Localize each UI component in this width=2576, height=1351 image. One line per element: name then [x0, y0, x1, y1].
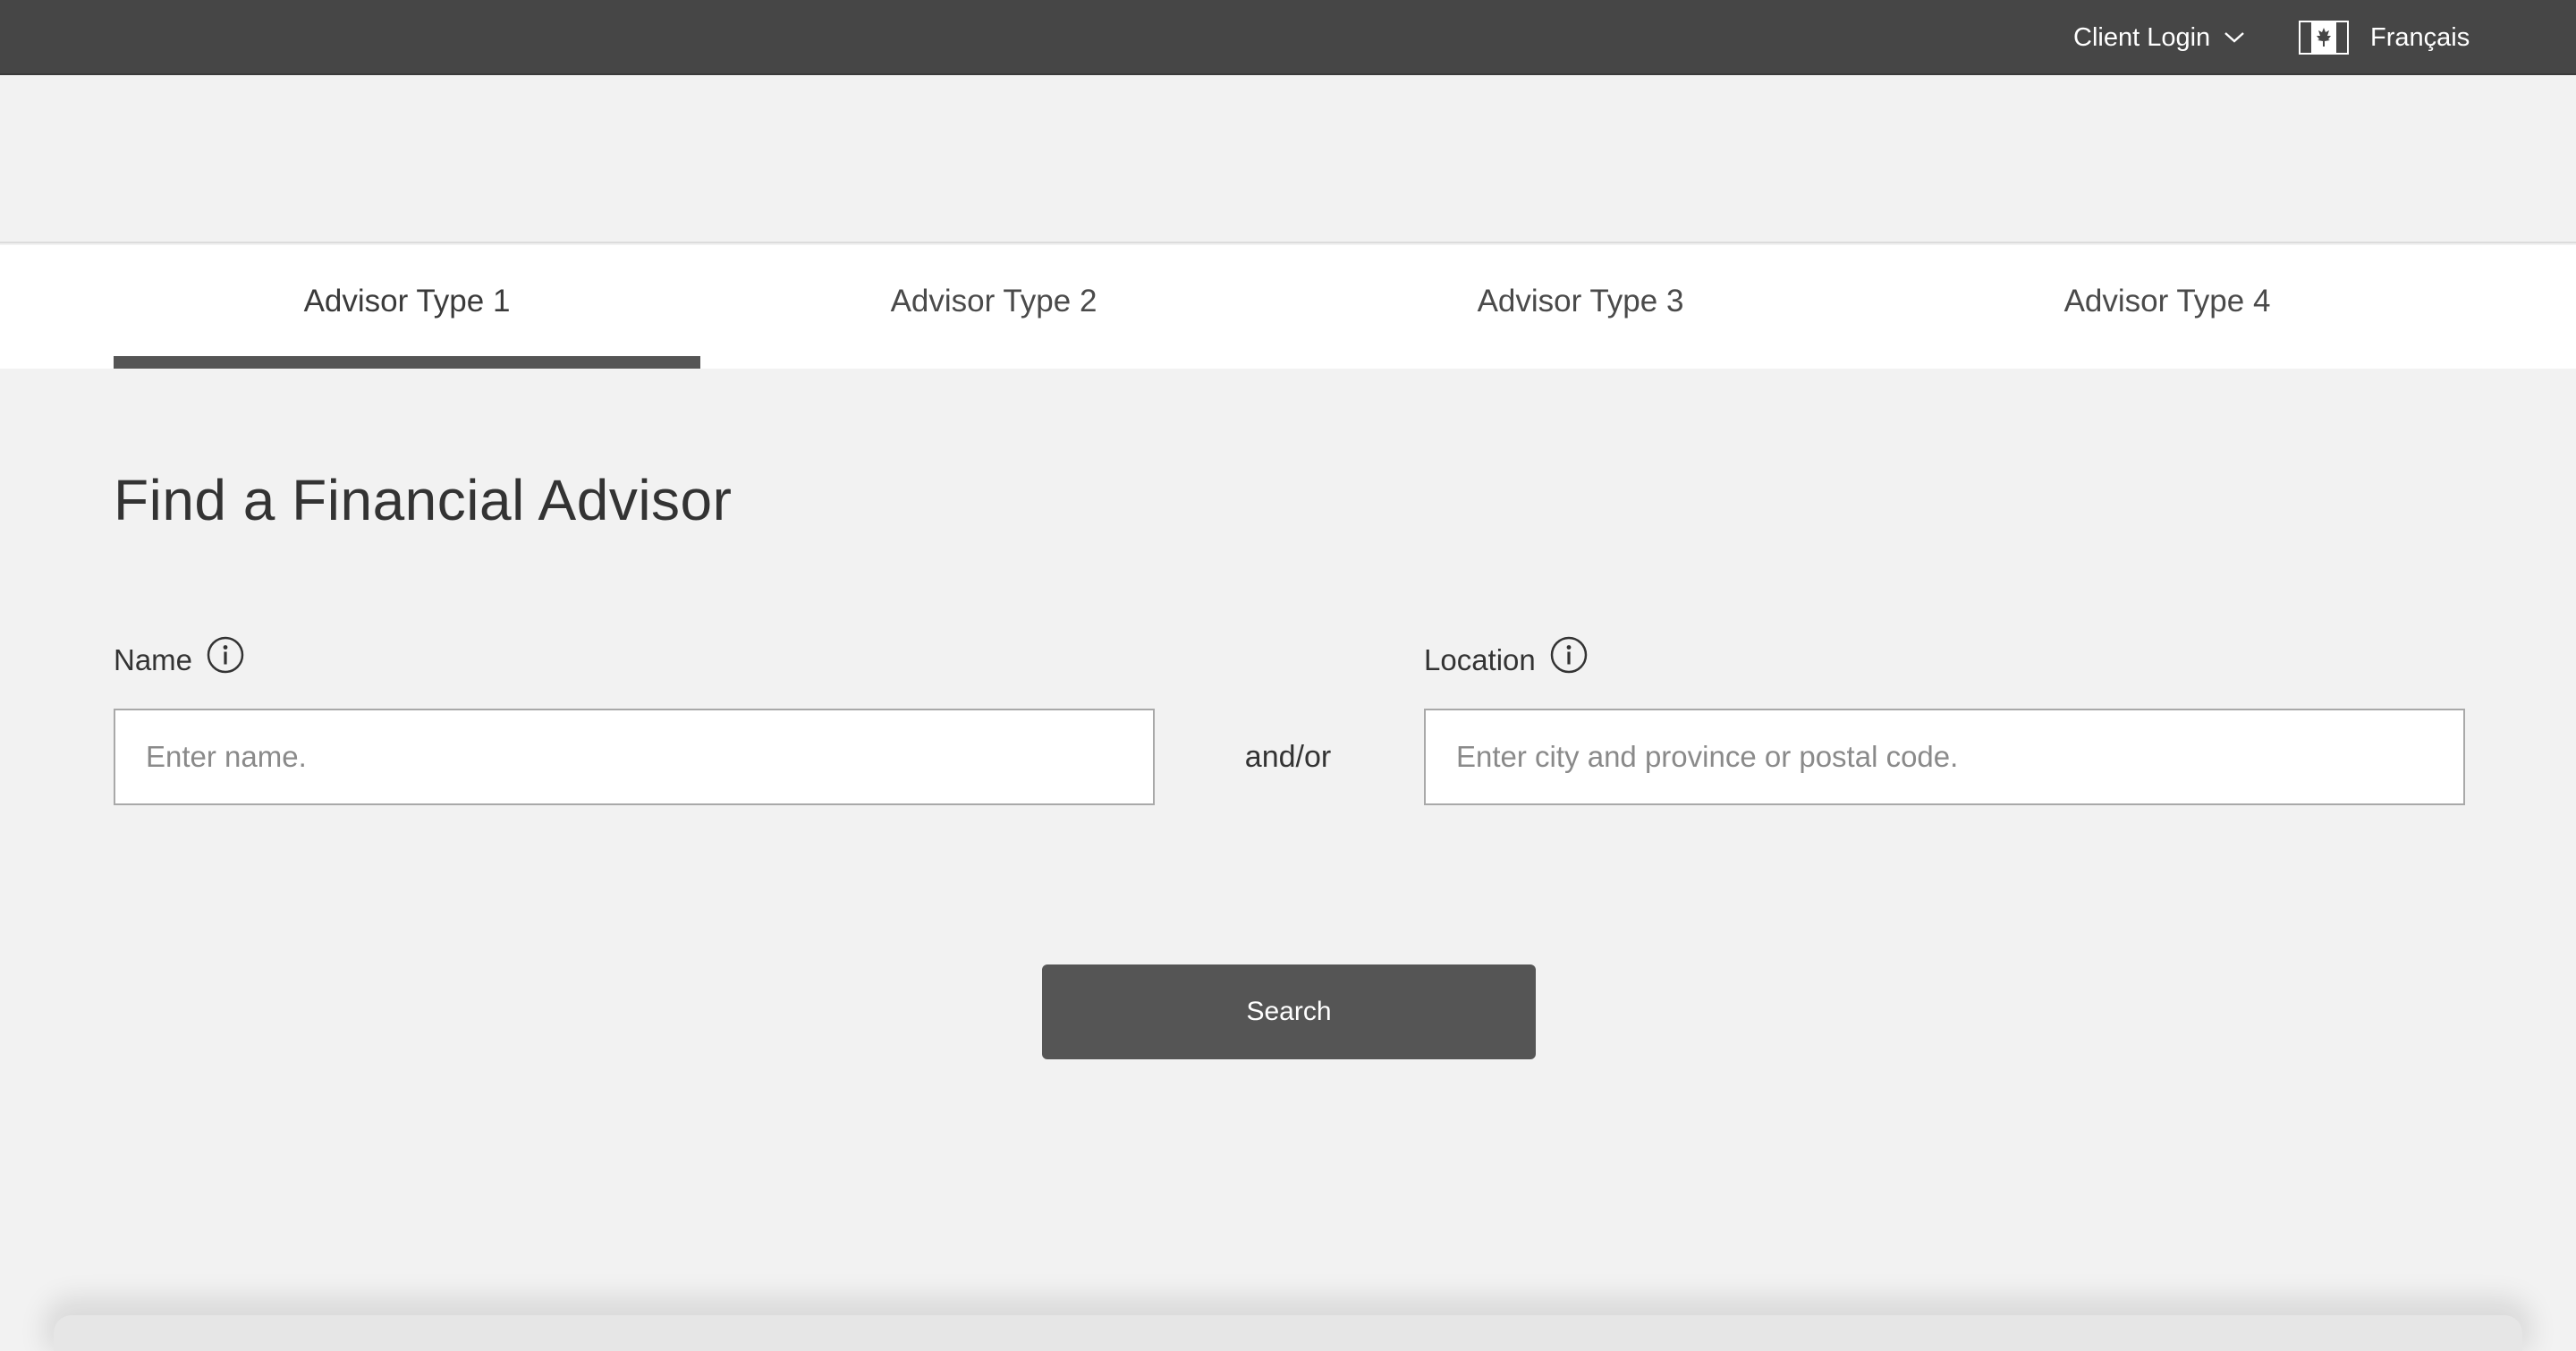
chevron-down-icon	[2224, 32, 2244, 43]
canada-flag-icon	[2299, 21, 2349, 55]
location-label: Location	[1424, 643, 1536, 676]
info-icon[interactable]	[1550, 636, 1588, 674]
name-field-label: Name	[114, 636, 244, 680]
client-login-dropdown[interactable]: Client Login	[2073, 0, 2246, 75]
advisor-type-tabs: Advisor Type 1 Advisor Type 2 Advisor Ty…	[0, 245, 2576, 369]
tab-label: Advisor Type 3	[1477, 284, 1684, 319]
location-field-label: Location	[1424, 636, 1588, 680]
and-or-separator: and/or	[1244, 739, 1332, 774]
page-title: Find a Financial Advisor	[114, 468, 733, 532]
tab-label: Advisor Type 2	[890, 284, 1097, 319]
name-label: Name	[114, 643, 193, 676]
tab-advisor-type-3[interactable]: Advisor Type 3	[1287, 245, 1874, 369]
next-section-edge	[54, 1315, 2522, 1351]
info-icon[interactable]	[207, 636, 244, 674]
name-input[interactable]	[114, 709, 1155, 805]
tab-advisor-type-4[interactable]: Advisor Type 4	[1874, 245, 2461, 369]
top-utility-bar: Client Login Français	[0, 0, 2576, 75]
language-label: Français	[2370, 22, 2470, 52]
language-switch-link[interactable]: Français	[2299, 0, 2470, 75]
tab-advisor-type-1[interactable]: Advisor Type 1	[114, 245, 700, 369]
search-button[interactable]: Search	[1042, 964, 1536, 1059]
client-login-label: Client Login	[2073, 22, 2211, 52]
tab-advisor-type-2[interactable]: Advisor Type 2	[700, 245, 1287, 369]
location-input[interactable]	[1424, 709, 2465, 805]
tab-label: Advisor Type 1	[303, 284, 511, 319]
hero-banner	[0, 77, 2576, 243]
tab-label: Advisor Type 4	[2063, 284, 2271, 319]
